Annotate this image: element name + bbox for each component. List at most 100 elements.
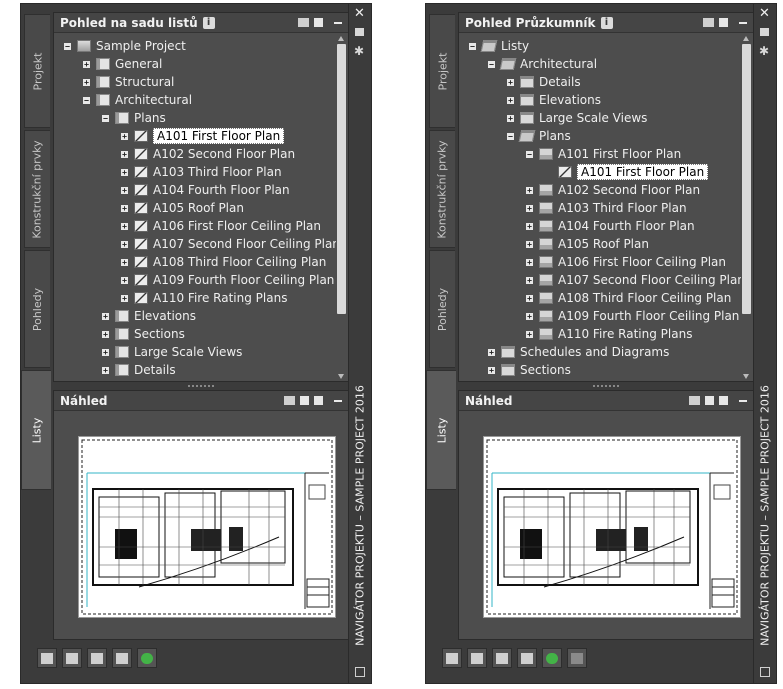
tree-item[interactable]: + A105 Roof Plan — [121, 199, 244, 217]
tree-item[interactable]: + A108 Third Floor Ceiling Plan — [121, 253, 326, 271]
tree-item[interactable]: + A102 Second Floor Plan — [526, 181, 700, 199]
expand-toggle-icon[interactable]: + — [526, 240, 533, 248]
expand-toggle-icon[interactable]: + — [526, 186, 533, 194]
tab-pohledy[interactable]: Pohledy — [24, 250, 50, 368]
tree-item[interactable]: + A110 Fire Rating Plans — [121, 289, 287, 307]
expand-toggle-icon[interactable]: + — [507, 96, 514, 104]
tree-item[interactable]: + A104 Fourth Floor Plan — [526, 217, 695, 235]
collapse-toggle-icon[interactable]: − — [102, 114, 109, 122]
scroll-down-icon[interactable] — [338, 374, 344, 379]
tree-item[interactable]: + Large Scale Views — [507, 109, 647, 127]
preview-view-icon[interactable] — [705, 396, 714, 405]
expand-toggle-icon[interactable]: + — [121, 186, 128, 194]
tree-item[interactable]: + A107 Second Floor Ceiling Plan — [526, 271, 745, 289]
expand-toggle-icon[interactable]: + — [526, 204, 533, 212]
tree-item[interactable]: + A107 Second Floor Ceiling Plan — [121, 235, 340, 253]
tree-item[interactable]: + Sections — [488, 361, 571, 379]
new-sheet-button[interactable] — [62, 648, 82, 668]
expand-toggle-icon[interactable]: + — [121, 222, 128, 230]
expand-toggle-icon[interactable]: + — [83, 78, 90, 86]
tree-item[interactable]: + A103 Third Floor Plan — [526, 199, 687, 217]
tab-listy[interactable]: Listy — [21, 370, 51, 490]
scroll-thumb[interactable] — [742, 44, 751, 314]
expand-toggle-icon[interactable]: + — [121, 150, 128, 158]
splitter-grip[interactable] — [458, 385, 754, 389]
collapse-icon[interactable] — [739, 399, 747, 402]
tree-item[interactable]: + General — [83, 55, 162, 73]
expand-toggle-icon[interactable]: + — [507, 78, 514, 86]
tree-item[interactable]: + A102 Second Floor Plan — [121, 145, 295, 163]
expand-toggle-icon[interactable]: + — [102, 312, 109, 320]
expand-toggle-icon[interactable]: + — [526, 276, 533, 284]
tree-item[interactable]: + A106 First Floor Ceiling Plan — [121, 217, 321, 235]
sheet-properties-button[interactable] — [87, 648, 107, 668]
collapse-icon[interactable] — [334, 21, 342, 24]
tree-item[interactable]: + A109 Fourth Floor Ceiling Plan — [526, 307, 739, 325]
sheet-list-button[interactable] — [517, 648, 537, 668]
tab-projekt[interactable]: Projekt — [24, 14, 50, 128]
refresh-button[interactable] — [137, 648, 157, 668]
tab-projekt[interactable]: Projekt — [429, 14, 455, 128]
tree-item[interactable]: + A108 Third Floor Ceiling Plan — [526, 289, 731, 307]
expand-toggle-icon[interactable]: + — [102, 348, 109, 356]
expand-toggle-icon[interactable]: + — [526, 330, 533, 338]
tree-item[interactable]: + Details — [102, 361, 176, 379]
tree-item[interactable]: + Schedules and Diagrams — [488, 343, 669, 361]
expand-toggle-icon[interactable]: + — [526, 294, 533, 302]
scroll-up-icon[interactable] — [743, 36, 749, 41]
expand-toggle-icon[interactable]: + — [121, 168, 128, 176]
collapse-toggle-icon[interactable]: − — [64, 42, 71, 50]
expand-toggle-icon[interactable]: + — [83, 60, 90, 68]
expand-toggle-icon[interactable]: + — [121, 294, 128, 302]
tree-scrollbar[interactable] — [336, 36, 347, 379]
expand-toggle-icon[interactable]: + — [507, 114, 514, 122]
preview-view-icon[interactable] — [300, 396, 309, 405]
scroll-thumb[interactable] — [337, 44, 346, 314]
tree-item[interactable]: + Elevations — [507, 91, 601, 109]
expand-toggle-icon[interactable]: + — [526, 222, 533, 230]
tree-item[interactable]: − Plans — [507, 127, 571, 145]
collapse-toggle-icon[interactable]: − — [83, 96, 90, 104]
tree-item[interactable]: + A105 Roof Plan — [526, 235, 649, 253]
tree-item[interactable]: + A104 Fourth Floor Plan — [121, 181, 290, 199]
tree-item[interactable]: + A110 Fire Rating Plans — [526, 325, 692, 343]
info-icon[interactable]: i — [202, 16, 215, 29]
palette-menu-icon[interactable] — [760, 667, 770, 677]
expand-toggle-icon[interactable]: + — [102, 330, 109, 338]
info-icon[interactable]: i — [600, 16, 613, 29]
preview-zoom-icon[interactable] — [719, 396, 728, 405]
scroll-up-icon[interactable] — [338, 36, 344, 41]
properties-gear-icon[interactable]: ✱ — [759, 44, 769, 58]
expand-toggle-icon[interactable]: + — [121, 258, 128, 266]
tab-konstrukcni-prvky[interactable]: Konstrukční prvky — [24, 130, 50, 248]
tree-item[interactable]: + A101 First Floor Plan — [121, 127, 285, 145]
splitter-grip[interactable] — [53, 385, 349, 389]
folder-tool-icon[interactable] — [314, 18, 323, 27]
collapse-icon[interactable] — [334, 399, 342, 402]
folder-tool-icon[interactable] — [719, 18, 728, 27]
tree-item[interactable]: + A106 First Floor Ceiling Plan — [526, 253, 726, 271]
collapse-toggle-icon[interactable]: − — [488, 60, 495, 68]
tree-item[interactable]: − Sample Project — [64, 37, 186, 55]
expand-toggle-icon[interactable]: + — [121, 132, 128, 140]
tree-scrollbar[interactable] — [741, 36, 752, 379]
tree-item[interactable]: − Architectural — [83, 91, 192, 109]
tree-item[interactable]: A101 First Floor Plan — [545, 163, 709, 181]
expand-toggle-icon[interactable]: + — [526, 312, 533, 320]
tree-item[interactable]: + Sections — [102, 325, 185, 343]
collapse-toggle-icon[interactable]: − — [507, 132, 514, 140]
preview-tool-icon[interactable] — [284, 396, 295, 405]
tree-item[interactable]: − A101 First Floor Plan — [526, 145, 681, 163]
auto-hide-icon[interactable] — [760, 28, 769, 36]
new-category-button[interactable] — [442, 648, 462, 668]
close-icon[interactable]: ✕ — [354, 6, 365, 21]
tree-item[interactable]: + A109 Fourth Floor Ceiling Plan — [121, 271, 334, 289]
sheet-set-tool-icon[interactable] — [703, 18, 714, 27]
expand-toggle-icon[interactable]: + — [121, 240, 128, 248]
tree-item[interactable]: + Elevations — [102, 307, 196, 325]
tree-item[interactable]: + Large Scale Views — [102, 343, 242, 361]
collapse-toggle-icon[interactable]: − — [526, 150, 533, 158]
properties-gear-icon[interactable]: ✱ — [354, 44, 364, 58]
auto-hide-icon[interactable] — [355, 28, 364, 36]
tab-pohledy[interactable]: Pohledy — [429, 250, 455, 368]
